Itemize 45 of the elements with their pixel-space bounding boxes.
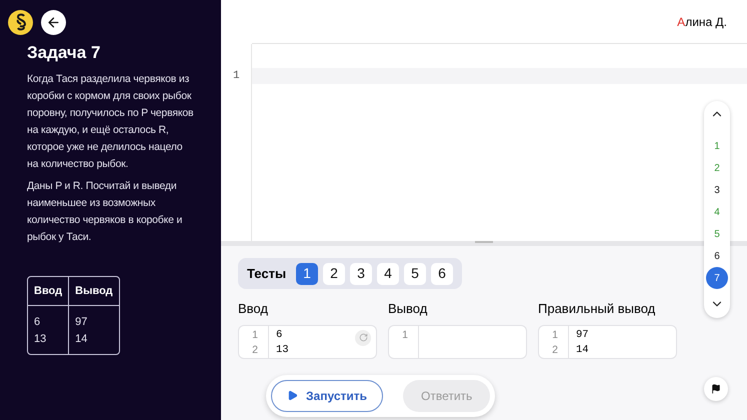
io-field[interactable]: 1 2 97 14 [538, 324, 677, 358]
pane-label: Вывод [388, 300, 428, 318]
test-tab[interactable]: 3 [350, 262, 372, 284]
line-number: 1 [551, 328, 559, 342]
task-number[interactable]: 5 [706, 223, 728, 245]
resize-handle[interactable] [475, 241, 493, 243]
back-icon [46, 14, 61, 30]
pane-label: Правильный вывод [538, 300, 656, 318]
task-description: Когда Тася разделила червяков из коробки с кормом для своих рыбок поровну, получилось по P червяков на каждую, и ещё осталось R, которое уже не делилось нацело на количество рыбок. [27, 72, 194, 172]
task-number[interactable]: 2 [706, 157, 728, 179]
line-number: 2 [251, 342, 259, 358]
io-line: 13 [276, 342, 289, 358]
task-number[interactable]: 7 [706, 267, 728, 289]
task-description: Даны P и R. Посчитай и выведи наименьшее из возможных количество червяков в коробке и рыбок у Таси. [27, 179, 184, 245]
back-button[interactable] [41, 10, 66, 34]
task-number[interactable]: 3 [706, 179, 728, 201]
pane-label: Ввод [238, 300, 269, 318]
line-number: 1 [251, 328, 259, 342]
line-number: 1 [401, 328, 409, 342]
io-field[interactable]: 1 2 6 13 [238, 324, 377, 358]
task-number[interactable]: 4 [706, 201, 728, 223]
run-button[interactable]: Запустить [271, 380, 383, 412]
io-field[interactable]: 1 [388, 324, 527, 358]
flag-icon [711, 384, 721, 394]
line-number: 2 [551, 342, 559, 358]
io-line: 6 [276, 328, 284, 342]
line-number: 1 [232, 69, 241, 84]
io-line: 97 [576, 328, 589, 342]
io-line: 14 [576, 342, 589, 358]
table-cell: 97 14 [68, 306, 119, 354]
test-tab[interactable]: 6 [431, 262, 454, 284]
test-tab[interactable]: 4 [377, 262, 400, 284]
test-tab[interactable]: 2 [323, 262, 346, 284]
logo-icon [8, 10, 33, 34]
play-icon [287, 390, 298, 401]
table-header: Ввод [28, 277, 68, 306]
table-header: Вывод [68, 277, 119, 306]
test-tab[interactable]: 1 [296, 262, 318, 284]
test-tab[interactable]: 5 [404, 262, 426, 284]
task-number[interactable]: 1 [706, 135, 728, 157]
user-name[interactable]: Алина Д. [677, 12, 727, 30]
table-cell-text: 6 13 [33, 315, 48, 347]
tests-label: Тесты [247, 264, 286, 283]
task-title: Задача 7 [27, 43, 102, 63]
task-number[interactable]: 6 [706, 245, 728, 267]
